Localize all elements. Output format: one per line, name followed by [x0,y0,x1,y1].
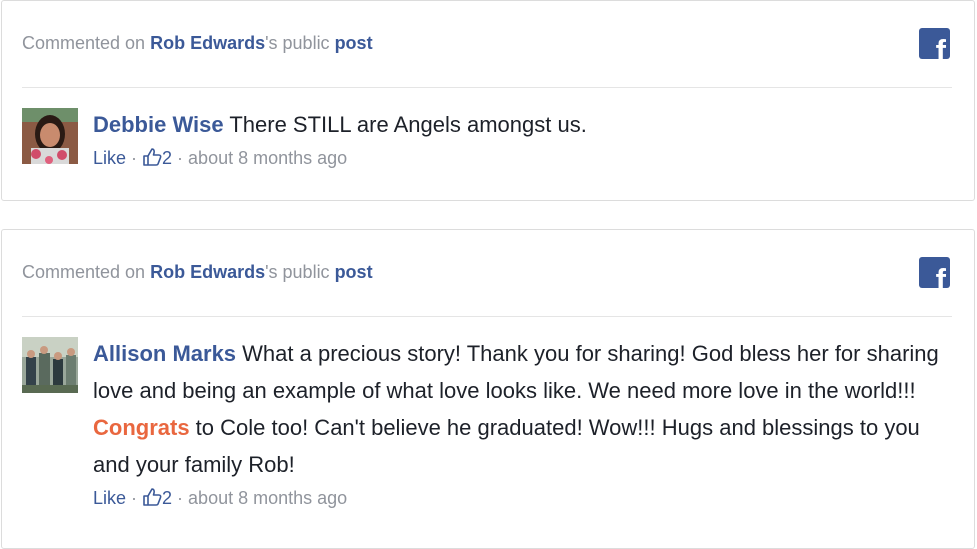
commented-on-label: Commented on [22,262,151,282]
comment-meta: Like · 2 · about 8 months ago [93,483,952,516]
author-name[interactable]: Debbie Wise [93,112,224,137]
post-link[interactable]: post [335,262,373,282]
comment-text: There STILL are Angels amongst us. [223,112,587,137]
comment-text-continued: to Cole too! Can't believe he graduated!… [93,415,920,477]
facebook-glyph: f [935,262,946,288]
facebook-glyph: f [935,33,946,59]
facebook-icon[interactable]: f [919,28,950,59]
author-name[interactable]: Allison Marks [93,341,236,366]
like-count[interactable]: 2 [162,148,172,168]
separator: · [172,148,189,168]
person-link[interactable]: Rob Edwards [150,33,265,53]
comment-time[interactable]: about 8 months ago [188,148,347,168]
comment-time[interactable]: about 8 months ago [188,488,347,508]
avatar[interactable] [22,108,78,164]
comment-body: Debbie Wise There STILL are Angels among… [93,106,952,176]
card-header: Commented on Rob Edwards's public post f [22,230,952,317]
separator: · [126,488,143,508]
person-link[interactable]: Rob Edwards [150,262,265,282]
card-header: Commented on Rob Edwards's public post f [22,1,952,88]
comment-body: Allison Marks What a precious story! Tha… [93,335,952,516]
thumbs-up-icon [142,146,162,176]
separator: · [172,488,189,508]
like-count[interactable]: 2 [162,488,172,508]
like-button[interactable]: Like [93,488,126,508]
public-label: 's public [265,262,335,282]
post-link[interactable]: post [335,33,373,53]
commented-on-text: Commented on Rob Edwards's public post [22,262,373,283]
avatar[interactable] [22,337,78,393]
avatar-image [22,337,78,393]
public-label: 's public [265,33,335,53]
like-button[interactable]: Like [93,148,126,168]
thumbs-up-icon [142,486,162,516]
comment-meta: Like · 2 · about 8 months ago [93,143,952,176]
comment-card: Commented on Rob Edwards's public post f… [1,0,975,201]
facebook-icon[interactable]: f [919,257,950,288]
separator: · [126,148,143,168]
highlighted-word: Congrats [93,415,190,440]
commented-on-label: Commented on [22,33,151,53]
comment-card: Commented on Rob Edwards's public post f… [1,229,975,549]
commented-on-text: Commented on Rob Edwards's public post [22,33,373,54]
avatar-image [22,108,78,164]
